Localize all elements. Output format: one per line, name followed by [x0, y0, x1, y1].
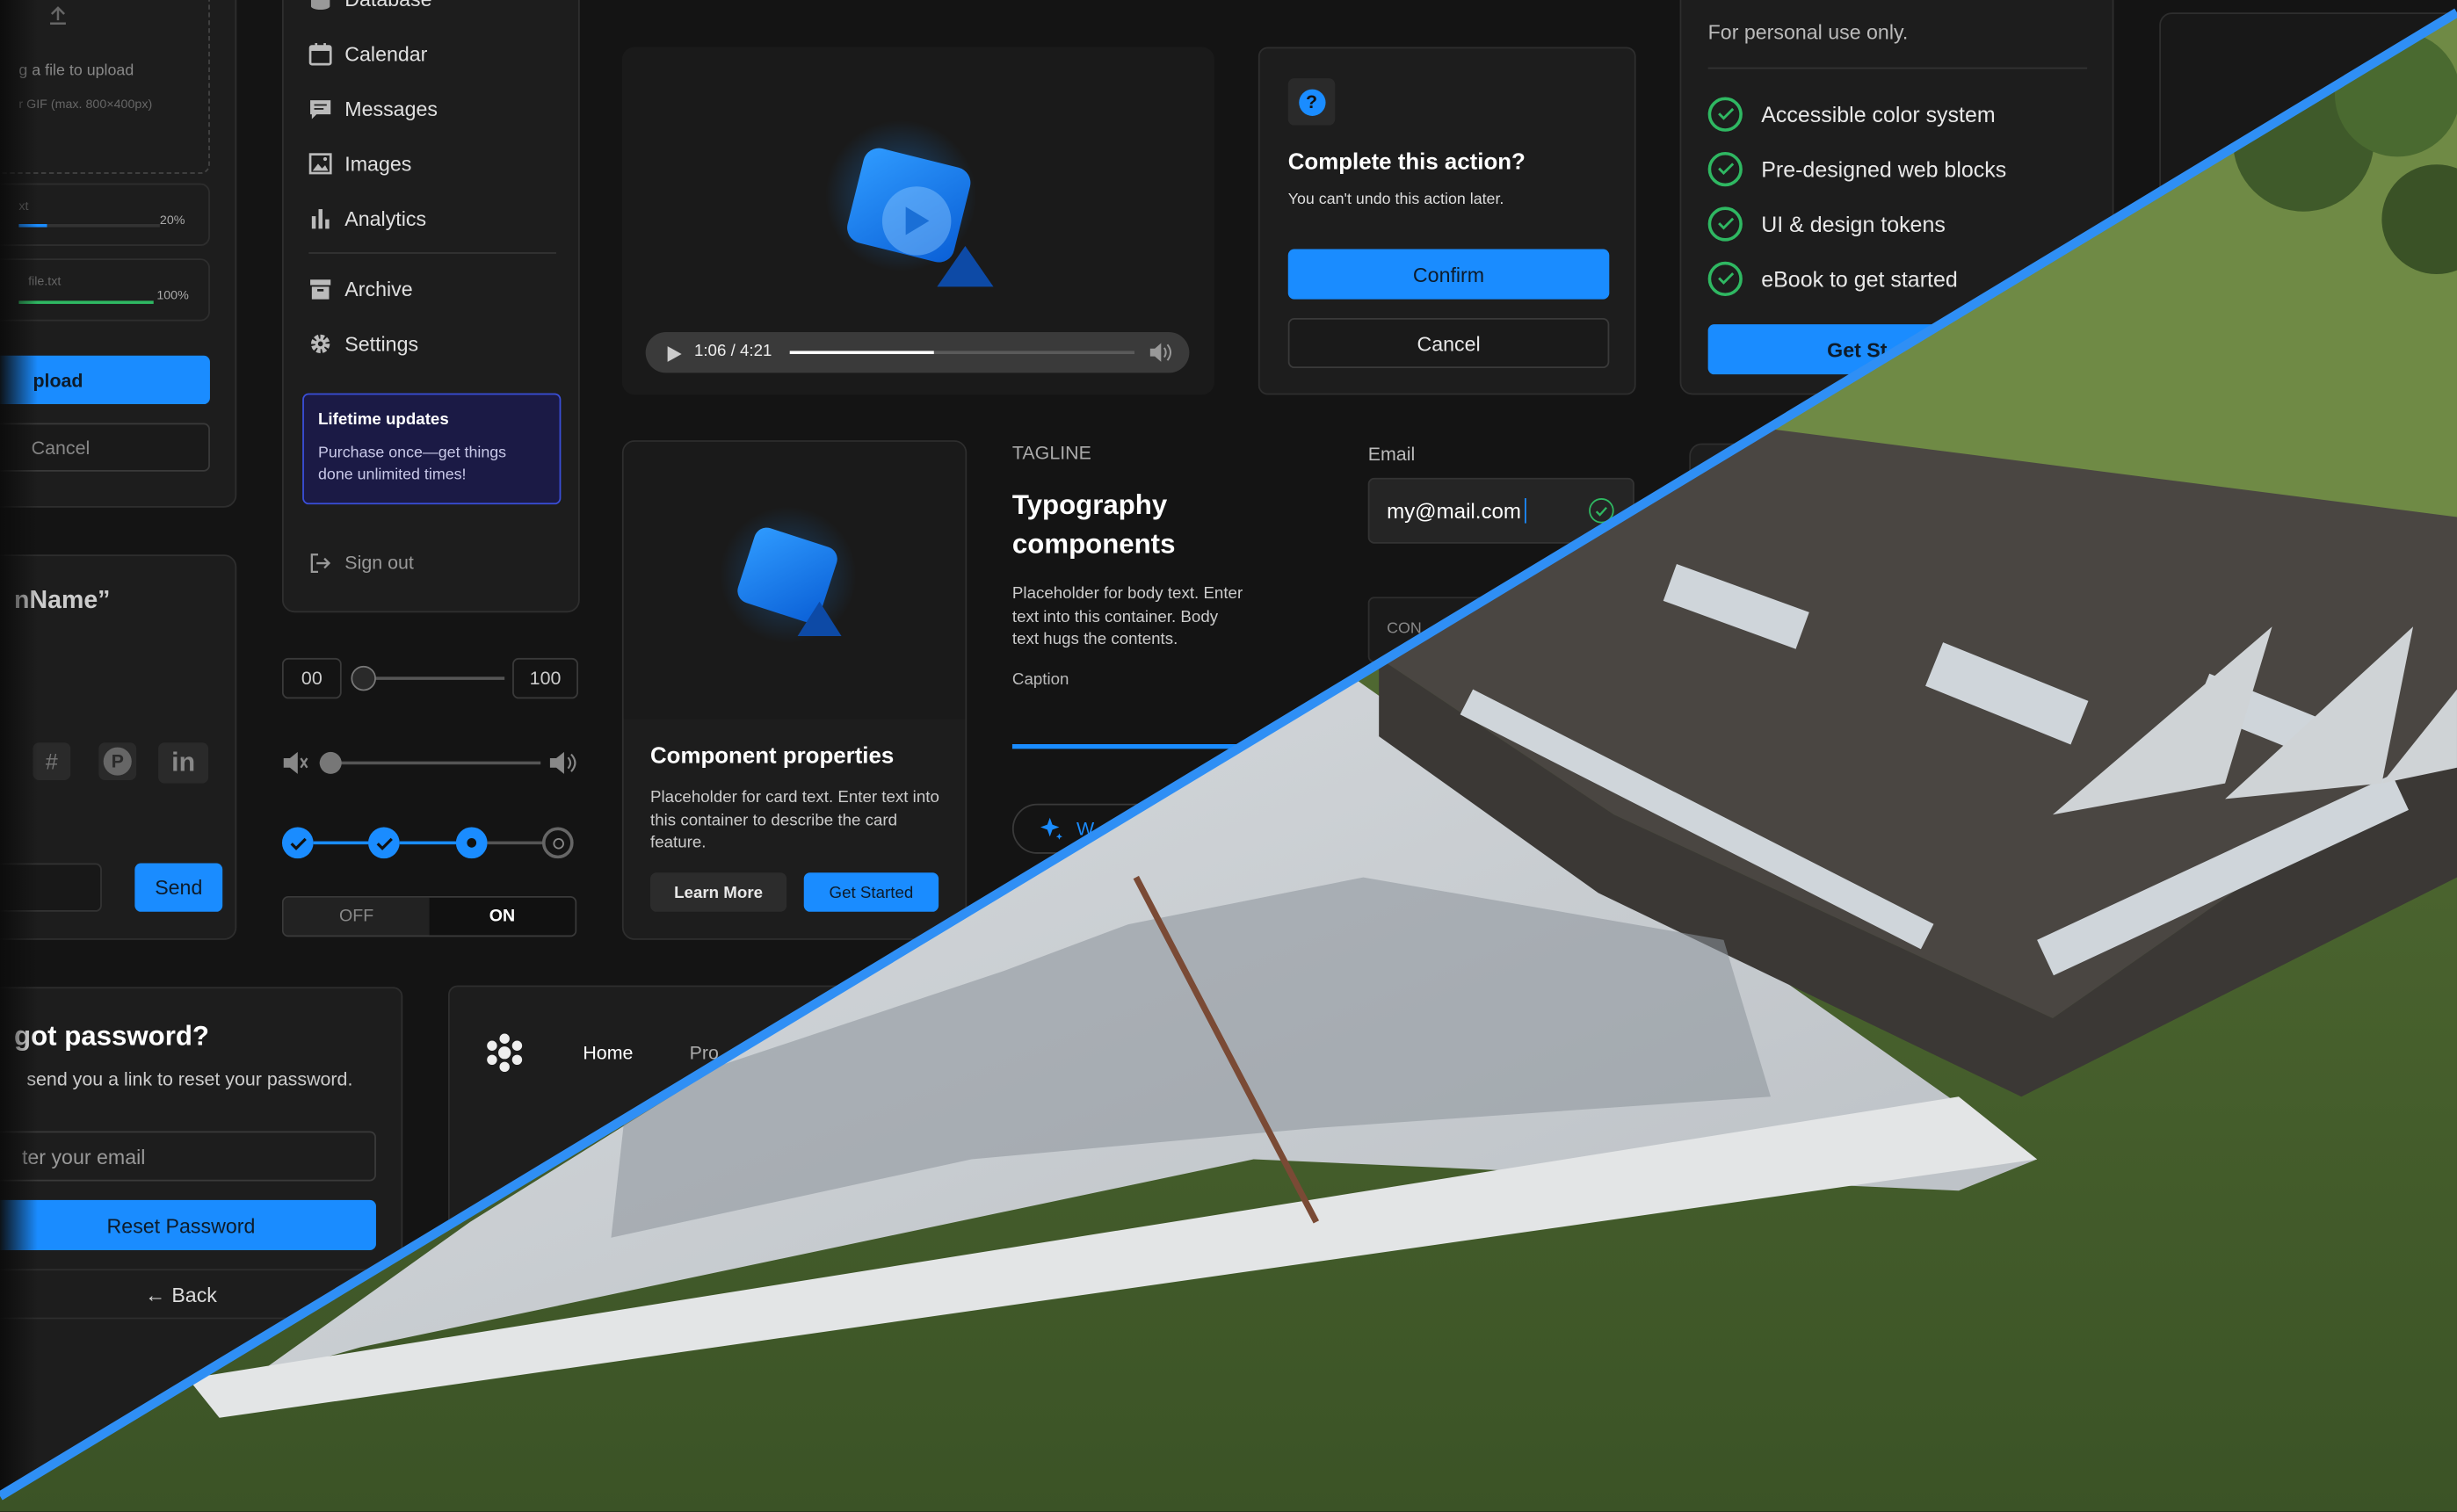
- rendered-scene: [0, 8, 2457, 1512]
- showcase-stage: g a file to upload r GIF (max. 800×400px…: [0, 0, 2457, 1512]
